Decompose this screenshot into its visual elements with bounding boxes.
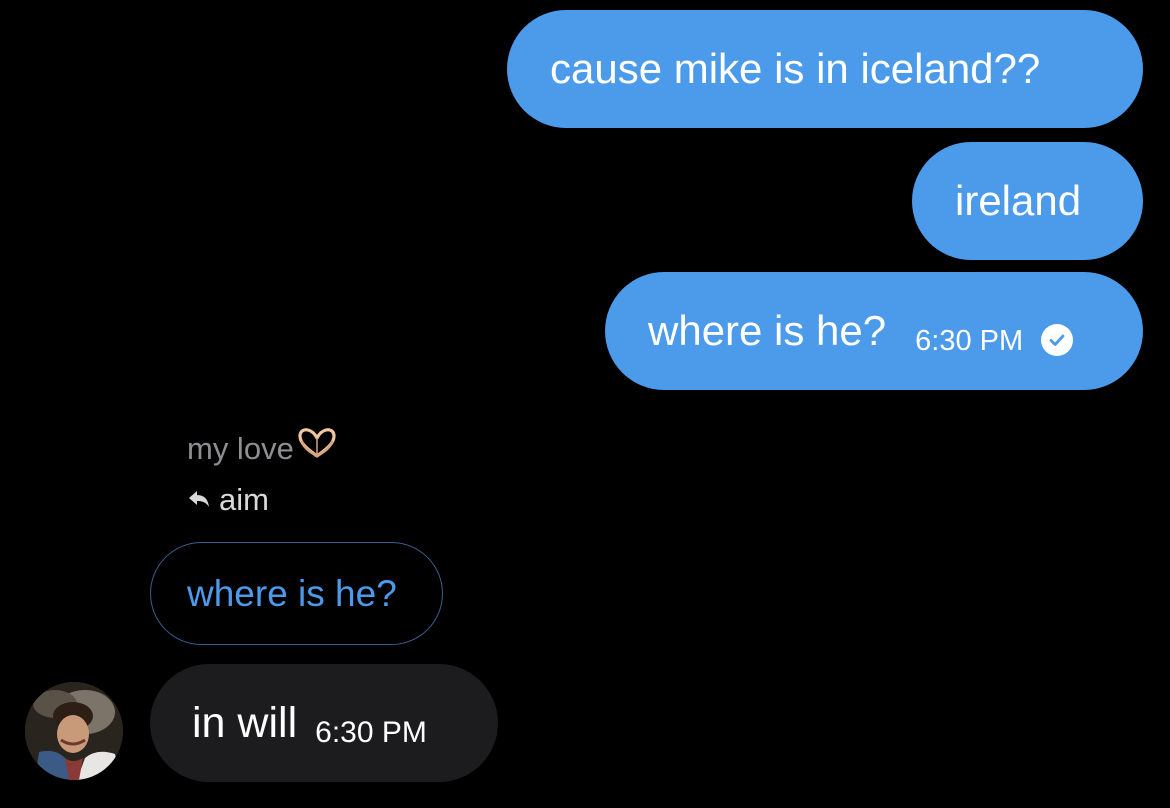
message-text: cause mike is in iceland??: [550, 45, 1041, 92]
outgoing-message-bubble[interactable]: ireland: [912, 142, 1143, 260]
reply-reference: aim: [187, 482, 269, 518]
incoming-message-bubble[interactable]: in will 6:30 PM: [150, 664, 498, 782]
heart-hands-icon: [296, 426, 338, 468]
read-check-icon: [1041, 324, 1074, 356]
outgoing-message-bubble[interactable]: where is he? 6:30 PM: [605, 272, 1143, 390]
quoted-message-text: where is he?: [187, 572, 397, 614]
message-text: where is he?: [648, 307, 887, 354]
sender-name: my love: [187, 428, 338, 468]
avatar[interactable]: [25, 682, 123, 780]
reply-arrow-icon: [187, 482, 211, 518]
message-text: in will: [192, 698, 298, 747]
message-timestamp: 6:30 PM: [915, 324, 1024, 357]
quoted-message[interactable]: where is he?: [150, 542, 443, 645]
message-timestamp: 6:30 PM: [315, 716, 427, 749]
sender-name-text: my love: [187, 431, 294, 466]
message-text: ireland: [955, 177, 1082, 224]
reply-to-name: aim: [219, 482, 269, 517]
outgoing-message-bubble[interactable]: cause mike is in iceland??: [507, 10, 1143, 128]
